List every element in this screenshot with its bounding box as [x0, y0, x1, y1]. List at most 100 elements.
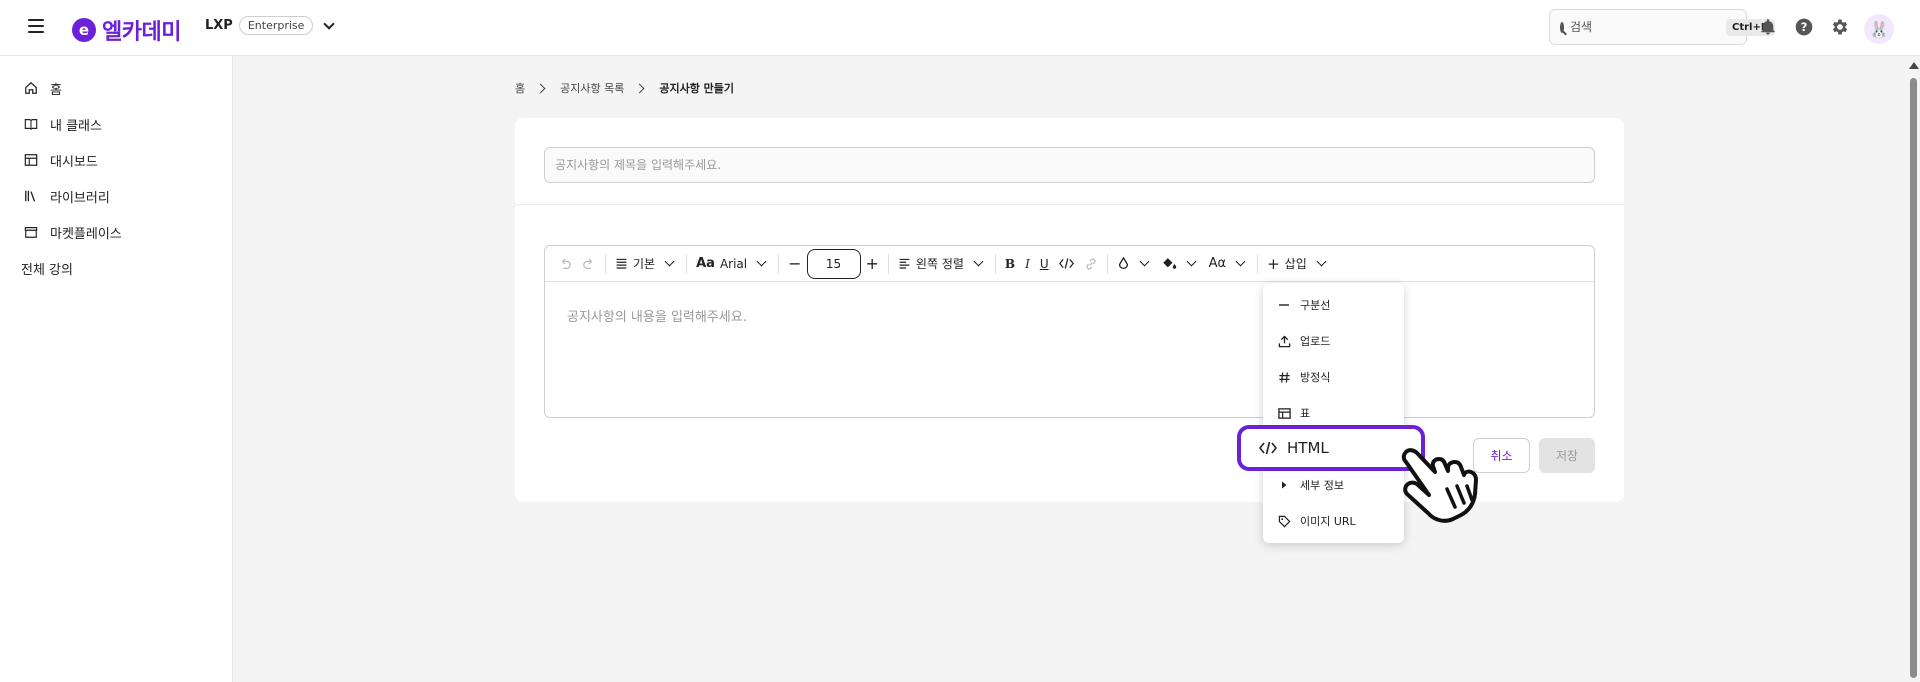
- menu-item-upload[interactable]: 업로드: [1263, 323, 1404, 359]
- logo-mark: e: [72, 18, 96, 42]
- underline-icon: U: [1039, 256, 1049, 271]
- font-family-label: Arial: [719, 256, 748, 271]
- sidebar-item-home[interactable]: 홈: [0, 70, 232, 106]
- help-icon[interactable]: ?: [1794, 17, 1814, 37]
- table-icon: [1277, 406, 1291, 420]
- italic-button[interactable]: I: [1020, 251, 1035, 277]
- redo-button[interactable]: [577, 251, 601, 277]
- chevron-down-icon: [323, 18, 336, 30]
- menu-item-label: 세부 정보: [1300, 479, 1344, 492]
- home-icon: [24, 81, 38, 95]
- sidebar-item-dashboard[interactable]: 대시보드: [0, 142, 232, 178]
- editor-toolbar: 기본 Aa Arial − 15 + 왼쪽 정렬 B I U Aα + 삽입: [545, 246, 1594, 282]
- title-input[interactable]: [544, 147, 1595, 183]
- menu-item-image-url[interactable]: 이미지 URL: [1263, 503, 1404, 539]
- equation-icon: [1277, 370, 1291, 384]
- divider: [515, 204, 1624, 205]
- sidebar-item-label: 홈: [50, 82, 62, 98]
- logo[interactable]: e 엘카데미: [72, 14, 181, 46]
- sidebar-section-all-courses[interactable]: 전체 강의: [0, 252, 232, 284]
- insert-dropdown-menu: 구분선 업로드 방정식 표 세부 정보 이미지 URL: [1263, 283, 1404, 543]
- sidebar-item-marketplace[interactable]: 마켓플레이스: [0, 214, 232, 250]
- font-size-decrease-button[interactable]: −: [783, 251, 806, 277]
- sidebar-item-library[interactable]: 라이브러리: [0, 178, 232, 214]
- bell-icon[interactable]: [1758, 17, 1778, 37]
- menu-item-details[interactable]: 세부 정보: [1263, 467, 1404, 503]
- toolbar-divider: [778, 253, 780, 274]
- menu-icon[interactable]: [28, 19, 44, 33]
- editor-content[interactable]: 공지사항의 내용을 입력해주세요.: [545, 282, 1594, 349]
- text-color-select[interactable]: [1112, 251, 1157, 277]
- paragraph-icon: [616, 258, 627, 269]
- sidebar-item-label: 라이브러리: [50, 190, 110, 206]
- book-icon: [24, 117, 38, 131]
- menu-item-label: 업로드: [1300, 335, 1331, 348]
- top-header: e 엘카데미 LXP Enterprise Ctrl+K ? 🐰: [0, 0, 1920, 56]
- align-select[interactable]: 왼쪽 정렬: [893, 251, 991, 277]
- chevron-down-icon: [1139, 256, 1150, 267]
- link-button[interactable]: [1079, 251, 1103, 277]
- menu-item-label: 이미지 URL: [1300, 515, 1356, 528]
- plus-icon: +: [1267, 254, 1280, 273]
- code-icon: [1259, 441, 1277, 455]
- save-button[interactable]: 저장: [1539, 438, 1595, 473]
- font-family-select[interactable]: Aa Arial: [691, 251, 774, 277]
- horizontal-rule-icon: [1277, 298, 1291, 312]
- sidebar-item-label: 대시보드: [50, 154, 98, 170]
- caret-right-icon: [1277, 478, 1291, 492]
- avatar[interactable]: 🐰: [1864, 14, 1894, 44]
- code-button[interactable]: [1054, 251, 1079, 277]
- menu-item-equation[interactable]: 방정식: [1263, 359, 1404, 395]
- italic-icon: I: [1025, 256, 1030, 271]
- pointer-hand-icon: [1401, 448, 1478, 523]
- tag-icon: [1277, 514, 1291, 528]
- gear-icon[interactable]: [1830, 17, 1850, 37]
- align-label: 왼쪽 정렬: [915, 257, 964, 271]
- background-color-select[interactable]: [1157, 251, 1204, 277]
- sidebar-item-my-class[interactable]: 내 클래스: [0, 106, 232, 142]
- sidebar: 홈 내 클래스 대시보드 라이브러리 마켓플레이스 전체 강의: [0, 56, 233, 682]
- font-size-input[interactable]: 15: [806, 248, 861, 279]
- menu-item-html[interactable]: HTML: [1237, 425, 1425, 471]
- breadcrumb-current: 공지사항 만들기: [659, 82, 735, 95]
- search-input[interactable]: [1570, 20, 1720, 34]
- chevron-down-icon: [756, 256, 767, 267]
- code-icon: [1058, 258, 1074, 269]
- text-format-select[interactable]: Aα: [1204, 251, 1253, 277]
- link-icon: [1086, 258, 1096, 269]
- scroll-thumb[interactable]: [1910, 78, 1917, 678]
- breadcrumb-home[interactable]: 홈: [515, 80, 525, 96]
- text-format-icon: Aα: [1208, 256, 1227, 271]
- toolbar-divider: [887, 253, 889, 274]
- block-type-label: 기본: [633, 257, 656, 271]
- scroll-up-icon[interactable]: [1909, 62, 1919, 69]
- toolbar-divider: [1106, 253, 1108, 274]
- align-left-icon: [899, 258, 910, 269]
- chevron-down-icon: [664, 256, 675, 267]
- upload-icon: [1277, 334, 1291, 348]
- underline-button[interactable]: U: [1035, 251, 1054, 277]
- toolbar-divider: [994, 253, 996, 274]
- product-switcher[interactable]: LXP Enterprise: [205, 16, 337, 35]
- sidebar-item-label: 내 클래스: [50, 118, 102, 134]
- menu-item-horizontal-rule[interactable]: 구분선: [1263, 287, 1404, 323]
- toolbar-divider: [605, 253, 606, 274]
- undo-icon: [561, 257, 571, 269]
- bold-button[interactable]: B: [1000, 251, 1020, 277]
- font-size-increase-button[interactable]: +: [861, 251, 884, 277]
- redo-icon: [583, 257, 593, 269]
- menu-item-label: 방정식: [1300, 371, 1331, 384]
- chevron-right-icon: [535, 83, 546, 93]
- toolbar-divider: [686, 253, 688, 274]
- rich-text-editor: 기본 Aa Arial − 15 + 왼쪽 정렬 B I U Aα + 삽입 공…: [544, 245, 1595, 418]
- insert-select[interactable]: + 삽입: [1262, 251, 1334, 277]
- svg-text:?: ?: [1801, 20, 1808, 34]
- search-box[interactable]: Ctrl+K: [1549, 9, 1775, 45]
- block-type-select[interactable]: 기본: [610, 251, 682, 277]
- store-icon: [24, 225, 38, 239]
- breadcrumb-list[interactable]: 공지사항 목록: [560, 80, 624, 96]
- breadcrumb: 홈 공지사항 목록 공지사항 만들기: [515, 80, 734, 96]
- undo-button[interactable]: [553, 251, 577, 277]
- insert-label: 삽입: [1284, 257, 1307, 271]
- scrollbar[interactable]: [1907, 56, 1920, 682]
